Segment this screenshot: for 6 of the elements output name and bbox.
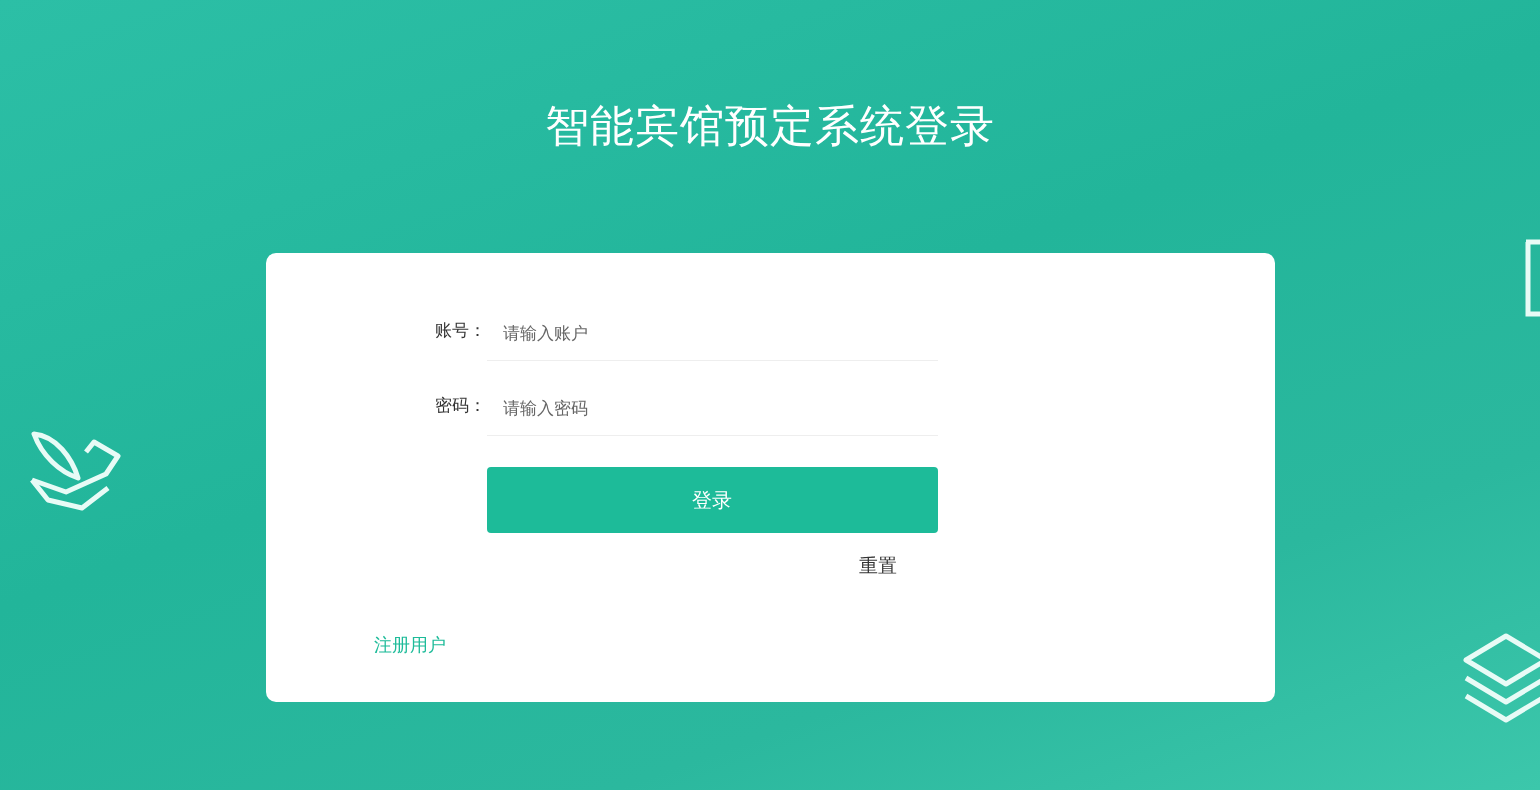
field-label: 密码： [433,393,486,417]
register-link[interactable]: 注册用户 [373,633,446,657]
page-title: 智能宾馆预定系统登录 [545,99,995,153]
reset-link[interactable]: 重置 [858,553,897,579]
field-label: 账号： [433,318,486,342]
login-button[interactable]: 登录 [486,467,938,533]
